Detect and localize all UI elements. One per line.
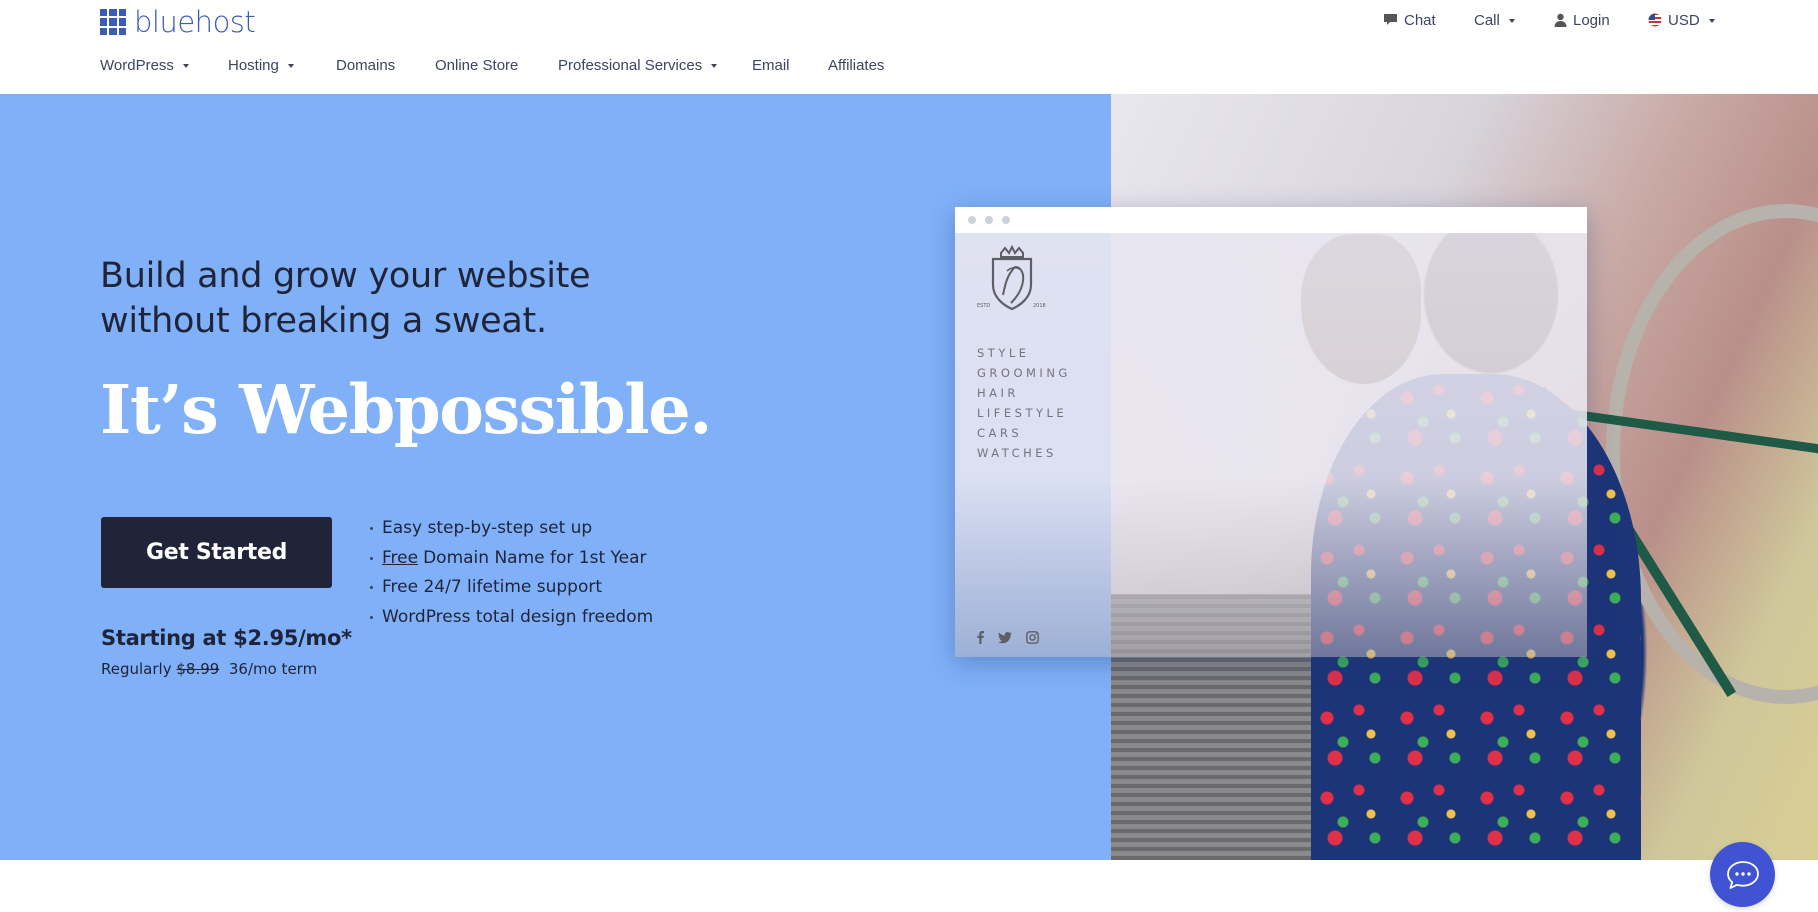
feature-text: Free 24/7 lifetime support (382, 577, 603, 597)
grid-logo-icon (100, 9, 126, 35)
get-started-button[interactable]: Get Started (101, 517, 332, 588)
regular-price-note: Regularly $8.99 36/mo term (101, 660, 317, 678)
mockup-menu-item: STYLE (977, 346, 1030, 360)
mockup-menu: STYLE GROOMING HAIR LIFESTYLE CARS WATCH… (977, 343, 1071, 463)
chat-widget-button[interactable] (1710, 842, 1775, 907)
chat-bubble-icon (1726, 860, 1759, 889)
window-dot-icon (968, 216, 976, 224)
hero-title: It’s Webpossible. (100, 370, 713, 449)
feature-item: WordPress total design freedom (370, 603, 653, 633)
feature-text: WordPress total design freedom (382, 606, 654, 627)
hero-section: Build and grow your website without brea… (0, 94, 1818, 860)
regular-label: Regularly (101, 660, 172, 678)
chevron-down-icon (1508, 19, 1515, 23)
nav-label: Email (752, 56, 790, 74)
regular-price: $8.99 (176, 660, 220, 678)
nav-label: Online Store (435, 56, 519, 74)
login-label: Login (1573, 11, 1610, 29)
starting-price: Starting at $2.95/mo* (101, 626, 352, 650)
mockup-menu-item: WATCHES (977, 446, 1057, 460)
feature-text: Domain Name for 1st Year (423, 547, 647, 568)
mockup-menu-item: CARS (977, 426, 1023, 440)
facebook-icon (977, 631, 984, 644)
bullet-icon (370, 556, 373, 560)
logo-text: bluehost (134, 5, 256, 39)
website-mockup: ESTD 2018 STYLE GROOMING HAIR LIFESTYLE … (955, 207, 1587, 657)
feature-item: Free Domain Name for 1st Year (370, 544, 653, 574)
chat-icon (1383, 13, 1398, 27)
us-flag-icon (1648, 13, 1662, 27)
nav-item-domains[interactable]: Domains (336, 57, 395, 74)
free-domain-link[interactable]: Free (382, 544, 418, 574)
mockup-menu-item: GROOMING (977, 366, 1071, 380)
chat-label: Chat (1404, 11, 1436, 29)
site-header: bluehost WordPress Hosting Domains Onlin… (0, 0, 1818, 94)
nav-label: WordPress (100, 56, 174, 74)
nav-label: Domains (336, 56, 396, 74)
instagram-icon (1026, 631, 1039, 644)
nav-item-professional-services[interactable]: Professional Services (558, 56, 718, 74)
nav-item-wordpress[interactable]: WordPress (100, 57, 189, 74)
nav-item-email[interactable]: Email (752, 57, 790, 74)
feature-item: Free 24/7 lifetime support (370, 573, 653, 603)
hero-subtitle-line: Build and grow your website (100, 256, 591, 296)
feature-list: Easy step-by-step set up Free Domain Nam… (370, 514, 653, 632)
horse-crest-logo-icon: ESTD 2018 (977, 245, 1046, 311)
nav-label: Hosting (228, 56, 279, 74)
nav-item-online-store[interactable]: Online Store (435, 57, 518, 74)
login-link[interactable]: Login (1554, 10, 1610, 30)
bullet-icon (370, 527, 373, 531)
chat-link[interactable]: Chat (1383, 10, 1436, 30)
feature-text: Easy step-by-step set up (382, 518, 593, 538)
window-dot-icon (1002, 216, 1010, 224)
chevron-down-icon (1708, 19, 1715, 23)
caret-down-icon (182, 64, 189, 68)
hero-subtitle-line: without breaking a sweat. (100, 301, 547, 341)
nav-item-hosting[interactable]: Hosting (228, 57, 294, 74)
caret-down-icon (711, 64, 718, 68)
call-dropdown[interactable]: Call (1474, 10, 1515, 30)
logo-year-text: 2018 (1033, 303, 1046, 309)
bullet-icon (370, 586, 373, 590)
mockup-social-links (977, 631, 1039, 644)
term-label: 36/mo term (228, 660, 318, 678)
nav-label: Professional Services (558, 56, 703, 74)
hero-subtitle: Build and grow your website without brea… (100, 254, 591, 344)
window-dot-icon (985, 216, 993, 224)
caret-down-icon (287, 64, 294, 68)
mockup-menu-item: LIFESTYLE (977, 406, 1068, 420)
call-label: Call (1474, 11, 1500, 29)
nav-item-affiliates[interactable]: Affiliates (828, 57, 884, 74)
nav-label: Affiliates (828, 56, 885, 74)
feature-item: Easy step-by-step set up (370, 514, 653, 544)
mockup-titlebar (955, 207, 1587, 233)
bluehost-logo[interactable]: bluehost (100, 5, 256, 39)
mockup-menu-item: HAIR (977, 386, 1019, 400)
logo-estd-text: ESTD (977, 303, 990, 309)
twitter-icon (998, 631, 1012, 644)
currency-dropdown[interactable]: USD (1648, 10, 1715, 30)
user-icon (1554, 13, 1567, 27)
bullet-icon (370, 615, 373, 619)
currency-label: USD (1668, 11, 1700, 29)
